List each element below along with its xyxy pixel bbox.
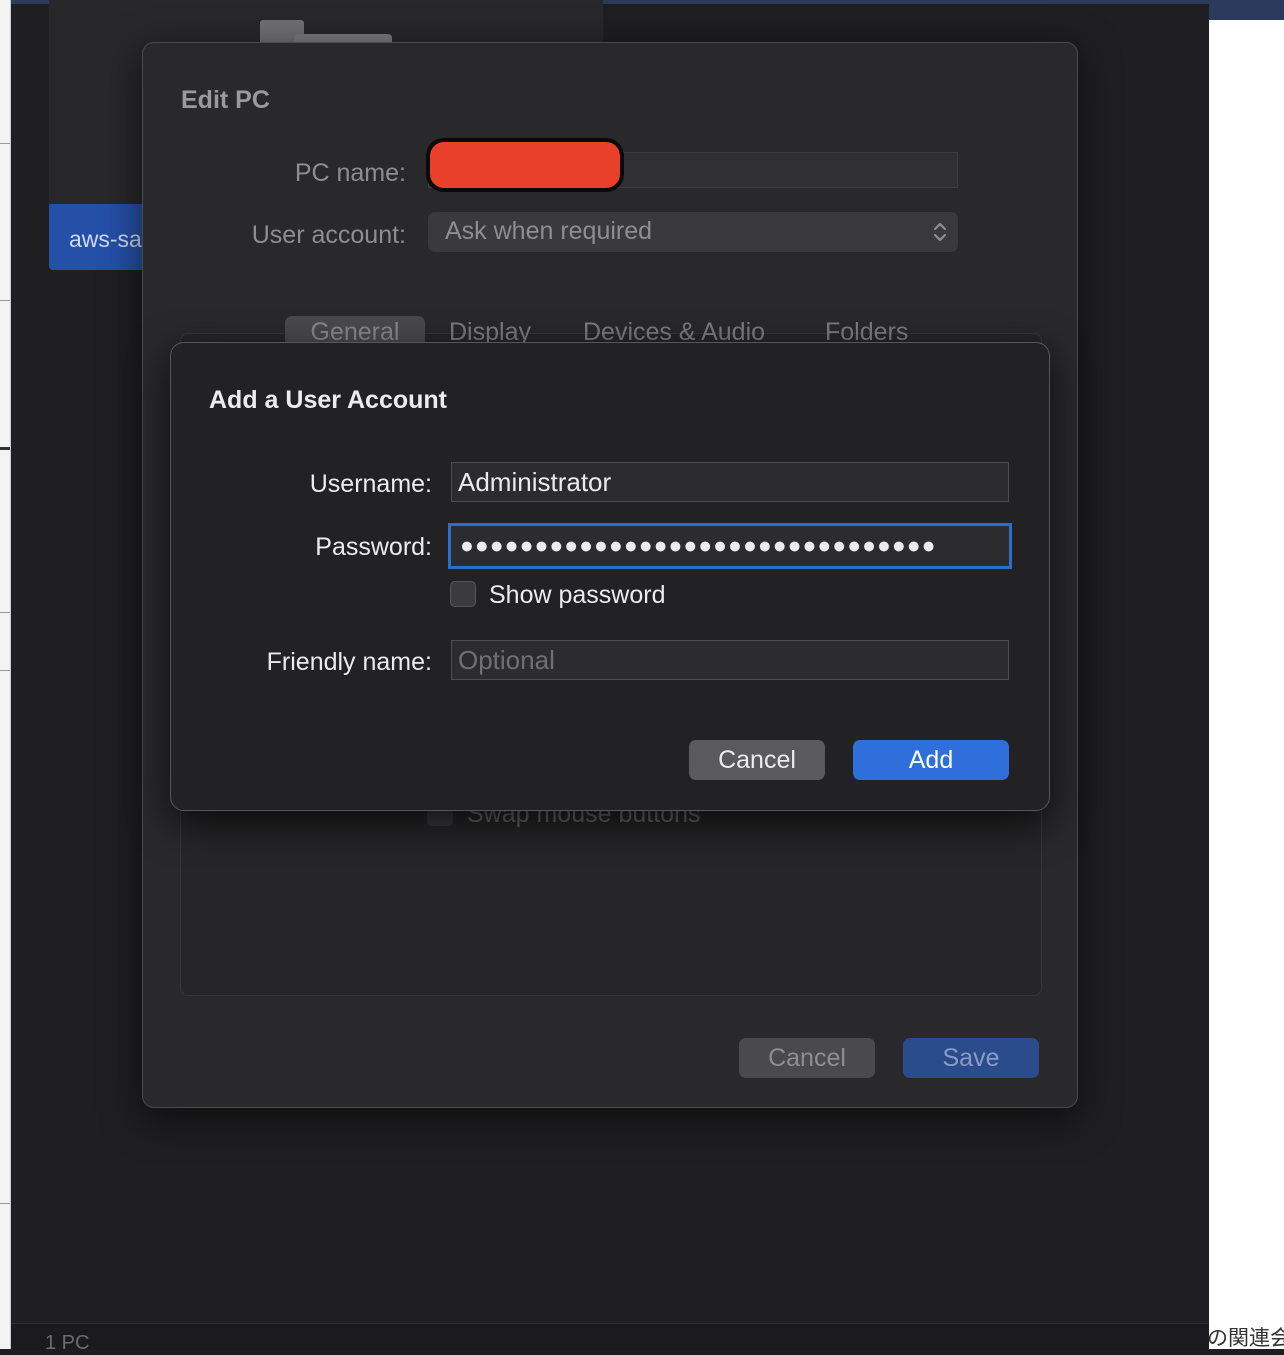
left-background-window: [0, 0, 11, 1349]
pc-count: 1 PC: [45, 1332, 90, 1354]
pc-item-selected[interactable]: aws-sa: [49, 204, 149, 270]
tab-devices-audio[interactable]: Devices & Audio: [583, 316, 765, 342]
tab-bar: General Display Devices & Audio Folders: [285, 316, 940, 342]
add-button[interactable]: Add: [853, 740, 1009, 780]
add-account-title: Add a User Account: [209, 386, 448, 414]
password-input[interactable]: ●●●●●●●●●●●●●●●●●●●●●●●●●●●●●●●●: [448, 523, 1012, 569]
user-account-value: Ask when required: [445, 217, 653, 245]
redaction-mark: [426, 138, 624, 192]
username-label: Username:: [309, 470, 432, 498]
pc-name-label: PC name:: [294, 159, 406, 187]
user-account-label: User account:: [251, 221, 406, 249]
user-account-select[interactable]: Ask when required: [428, 212, 958, 252]
tab-general[interactable]: General: [285, 316, 425, 342]
save-button[interactable]: Save: [903, 1038, 1039, 1078]
chevron-up-down-icon: [933, 222, 947, 242]
edit-pc-title: Edit PC: [181, 86, 270, 114]
friendly-name-input[interactable]: Optional: [451, 640, 1009, 680]
tab-display[interactable]: Display: [449, 316, 531, 342]
edit-cancel-button[interactable]: Cancel: [739, 1038, 875, 1078]
show-password-label[interactable]: Show password: [489, 581, 665, 610]
cancel-button[interactable]: Cancel: [689, 740, 825, 780]
right-background-window: の関連会: [1207, 0, 1284, 1350]
username-input[interactable]: Administrator: [451, 462, 1009, 502]
password-label: Password:: [315, 533, 432, 561]
tab-folders[interactable]: Folders: [825, 316, 908, 342]
friendly-name-label: Friendly name:: [266, 648, 432, 676]
status-bar: 1 PC: [11, 1323, 1209, 1354]
show-password-checkbox[interactable]: [450, 581, 476, 607]
background-window-text: の関連会: [1207, 1327, 1284, 1350]
pc-item-label: aws-sa: [69, 226, 142, 252]
